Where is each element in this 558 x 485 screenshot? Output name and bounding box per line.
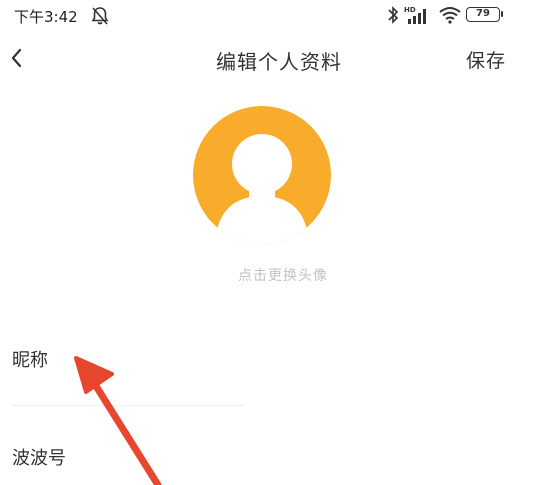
signal-icon: HD: [404, 4, 432, 26]
battery-indicator: 79: [466, 7, 503, 22]
bell-off-icon: [89, 5, 111, 27]
header-bar: 编辑个人资料 保存: [0, 36, 558, 80]
boboid-label: 波波号: [12, 448, 66, 469]
nickname-label: 昵称: [12, 350, 48, 371]
default-user-icon: [215, 134, 309, 244]
change-avatar-hint[interactable]: 点击更换头像: [0, 265, 558, 285]
status-time: 下午3:42: [14, 8, 78, 26]
avatar[interactable]: [193, 106, 331, 244]
bluetooth-icon: [386, 5, 400, 25]
wifi-icon: [438, 6, 462, 24]
status-bar: 下午3:42 HD 79: [0, 0, 558, 34]
save-button[interactable]: 保存: [466, 46, 506, 73]
red-arrow-annotation: [74, 356, 162, 485]
network-type-label: HD: [404, 6, 416, 14]
